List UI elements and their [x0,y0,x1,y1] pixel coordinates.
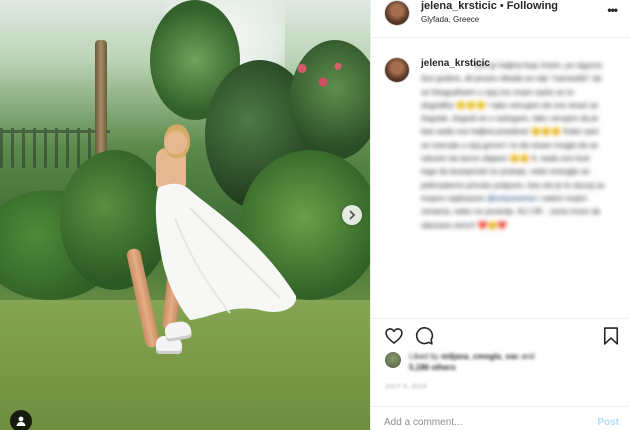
post-comment-button[interactable]: Post [597,417,619,428]
avatar [385,352,401,368]
post-header: jelena_krsticic • Following Glyfada, Greec… [371,0,630,38]
header-user-line: jelena_krsticic • Following [421,0,558,12]
comment-bar: Post [371,406,630,430]
location-link[interactable]: Glyfada, Greece [421,15,479,24]
heart-outline-icon [385,328,403,344]
comment-bubble-icon [415,327,434,345]
comment-input[interactable] [384,417,574,428]
caption-text: jelena_krsticic Ovo je haljina koju imam… [421,59,605,232]
liker-username[interactable]: miljana_cmogla_vac [441,352,519,361]
comment-button[interactable] [414,326,434,346]
caption-emoji: 😊😊 [509,154,530,164]
avatar[interactable] [385,58,409,82]
more-horizontal-icon: ••• [607,3,618,17]
likes-text[interactable]: Liked by miljana_cmogla_vac and 5,186 ot… [409,351,609,373]
likes-summary: Liked by miljana_cmogla_vac and 5,186 ot… [371,350,630,374]
save-button[interactable] [601,326,621,346]
photo-white-dress [155,183,297,320]
likes-conjunction: and [521,352,535,361]
caption-emoji: ❤️😊❤️ [477,220,508,230]
user-tag-icon [16,416,26,426]
photo-person-head [164,124,190,158]
more-options-button[interactable]: ••• [607,3,618,17]
caption-mention-link[interactable]: @onlyonemoi [487,194,536,203]
caption-emoji: 🙁🙁🙁 [456,100,487,110]
caption: jelena_krsticic jelena_krsticic Ovo je h… [371,50,630,312]
tagged-users-button[interactable] [10,410,32,430]
avatar[interactable] [385,1,409,25]
post-photo[interactable] [0,0,370,430]
username-link[interactable]: jelena_krsticic [421,0,497,12]
following-button[interactable]: Following [507,0,558,12]
post-date[interactable]: JULY 9, 2019 [385,384,427,390]
post-side-panel: jelena_krsticic • Following Glyfada, Greec… [370,0,630,430]
likes-prefix: Liked by [409,352,439,361]
action-bar [371,318,630,350]
bookmark-icon [603,327,619,345]
caption-emoji: 😊😊😊 [531,127,562,137]
separator-dot: • [499,0,504,12]
photo-flowers [290,55,350,100]
chevron-right-icon [349,210,356,220]
next-photo-button[interactable] [342,205,362,225]
likes-count[interactable]: 5,186 others [409,363,456,372]
like-button[interactable] [384,326,404,346]
